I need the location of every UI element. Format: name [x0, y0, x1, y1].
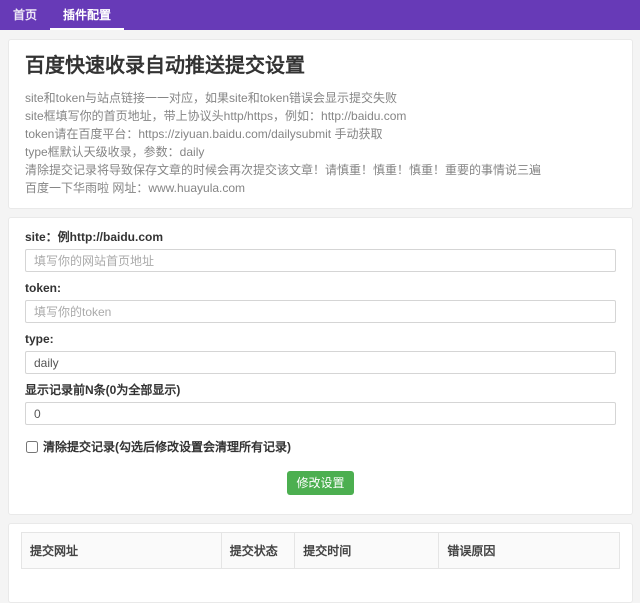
clear-records-checkbox[interactable] — [26, 441, 38, 453]
header-submit-time: 提交时间 — [295, 533, 439, 569]
header-error-reason: 错误原因 — [439, 533, 620, 569]
limit-field-group: 显示记录前N条(0为全部显示) — [25, 384, 616, 425]
tab-home[interactable]: 首页 — [0, 0, 50, 30]
site-field-group: site：例http://baidu.com — [25, 231, 616, 272]
intro-card: 百度快速收录自动推送提交设置 site和token与站点链接一一对应，如果sit… — [8, 39, 633, 209]
intro-line-4: type框默认天级收录，参数：daily — [25, 143, 616, 161]
intro-line-5: 清除提交记录将导致保存文章的时候会再次提交该文章！请慎重！慎重！慎重！重要的事情… — [25, 161, 616, 179]
type-field-label: type: — [25, 333, 616, 346]
settings-form-card: site：例http://baidu.com token: type: 显示记录… — [8, 217, 633, 515]
header-submit-url: 提交网址 — [22, 533, 222, 569]
intro-line-1: site和token与站点链接一一对应，如果site和token错误会显示提交失… — [25, 89, 616, 107]
top-nav-bar: 首页 插件配置 — [0, 0, 640, 30]
header-submit-status: 提交状态 — [221, 533, 295, 569]
intro-line-3: token请在百度平台：https://ziyuan.baidu.com/dai… — [25, 125, 616, 143]
records-table: 提交网址 提交状态 提交时间 错误原因 — [21, 532, 620, 569]
type-input[interactable] — [25, 351, 616, 374]
page-body: 百度快速收录自动推送提交设置 site和token与站点链接一一对应，如果sit… — [0, 30, 640, 603]
clear-records-row: 清除提交记录(勾选后修改设置会清理所有记录) — [25, 440, 616, 454]
limit-input[interactable] — [25, 402, 616, 425]
page-title: 百度快速收录自动推送提交设置 — [25, 53, 616, 79]
records-table-card: 提交网址 提交状态 提交时间 错误原因 — [8, 523, 633, 603]
intro-line-6: 百度一下华雨啦 网址：www.huayula.com — [25, 179, 616, 197]
save-settings-button[interactable]: 修改设置 — [287, 471, 353, 495]
records-table-header-row: 提交网址 提交状态 提交时间 错误原因 — [22, 533, 620, 569]
site-field-label: site：例http://baidu.com — [25, 231, 616, 244]
limit-field-label: 显示记录前N条(0为全部显示) — [25, 384, 616, 397]
token-input[interactable] — [25, 300, 616, 323]
clear-records-label: 清除提交记录(勾选后修改设置会清理所有记录) — [43, 440, 291, 454]
type-field-group: type: — [25, 333, 616, 374]
submit-button-wrap: 修改设置 — [25, 471, 616, 495]
token-field-group: token: — [25, 282, 616, 323]
site-input[interactable] — [25, 249, 616, 272]
tab-plugin-config[interactable]: 插件配置 — [50, 0, 124, 30]
token-field-label: token: — [25, 282, 616, 295]
intro-line-2: site框填写你的首页地址，带上协议头http/https，例如：http://… — [25, 107, 616, 125]
